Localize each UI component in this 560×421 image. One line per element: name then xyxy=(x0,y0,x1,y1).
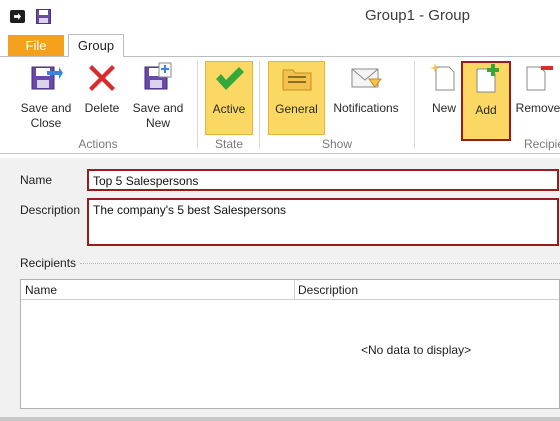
save-and-close-button[interactable]: Save and Close xyxy=(18,61,74,131)
ribbon-tabs: File Group xyxy=(0,32,560,58)
group-label-recipients: Recipients xyxy=(523,137,560,151)
add-recipient-button[interactable]: Add xyxy=(461,61,511,141)
delete-button[interactable]: Delete xyxy=(80,61,124,116)
notifications-view-button[interactable]: Notifications xyxy=(329,61,403,116)
group-separator xyxy=(259,61,260,149)
save-and-new-label: Save and New xyxy=(132,101,184,130)
section-divider xyxy=(80,263,560,264)
grid-header: Name Description xyxy=(21,280,559,300)
remove-document-icon xyxy=(526,66,553,91)
general-view-button[interactable]: General xyxy=(268,61,325,135)
column-header-description[interactable]: Description xyxy=(298,283,358,297)
name-field[interactable]: Top 5 Salespersons xyxy=(87,169,559,191)
group-label-actions: Actions xyxy=(78,137,118,151)
description-label: Description xyxy=(20,203,81,217)
tab-group[interactable]: Group xyxy=(68,34,124,58)
name-label: Name xyxy=(20,173,53,187)
tab-file[interactable]: File xyxy=(8,35,64,56)
empty-grid-message: <No data to display> xyxy=(361,343,472,357)
remove-label: Remove xyxy=(515,101,560,115)
add-label: Add xyxy=(475,103,497,117)
form-area: Name Top 5 Salespersons Description The … xyxy=(0,158,560,421)
column-header-name[interactable]: Name xyxy=(25,283,57,297)
group-separator xyxy=(197,61,198,149)
column-divider[interactable] xyxy=(294,280,295,300)
checkmark-icon xyxy=(216,67,244,90)
recipients-grid[interactable]: Name Description <No data to display> xyxy=(20,279,560,409)
delete-label: Delete xyxy=(84,101,120,115)
group-separator xyxy=(414,61,415,149)
general-folder-icon xyxy=(282,69,311,91)
new-document-icon xyxy=(430,63,455,91)
general-label: General xyxy=(275,102,318,116)
notifications-label: Notifications xyxy=(333,101,399,115)
save-new-icon xyxy=(144,62,172,90)
group-label-state: State xyxy=(214,137,244,151)
remove-recipient-button[interactable]: Remove xyxy=(513,61,560,116)
add-document-icon xyxy=(476,64,499,93)
new-label: New xyxy=(431,101,456,115)
bottom-border xyxy=(0,417,560,421)
envelope-icon xyxy=(351,68,382,88)
ribbon: Save and Close Delete Save and New Actio… xyxy=(0,57,560,154)
active-label: Active xyxy=(212,102,246,116)
group-label-show: Show xyxy=(321,137,353,151)
delete-x-icon xyxy=(89,65,115,91)
title-bar: Group1 - Group xyxy=(0,0,560,32)
new-recipient-button[interactable]: New xyxy=(425,61,463,116)
window-title: Group1 - Group xyxy=(364,7,470,24)
active-toggle-button[interactable]: Active xyxy=(205,61,253,135)
description-field[interactable]: The company's 5 best Salespersons xyxy=(87,198,559,246)
recipients-section-label: Recipients xyxy=(20,256,77,270)
save-and-close-label: Save and Close xyxy=(20,101,72,130)
save-close-icon xyxy=(31,66,63,90)
save-and-new-button[interactable]: Save and New xyxy=(131,61,185,131)
